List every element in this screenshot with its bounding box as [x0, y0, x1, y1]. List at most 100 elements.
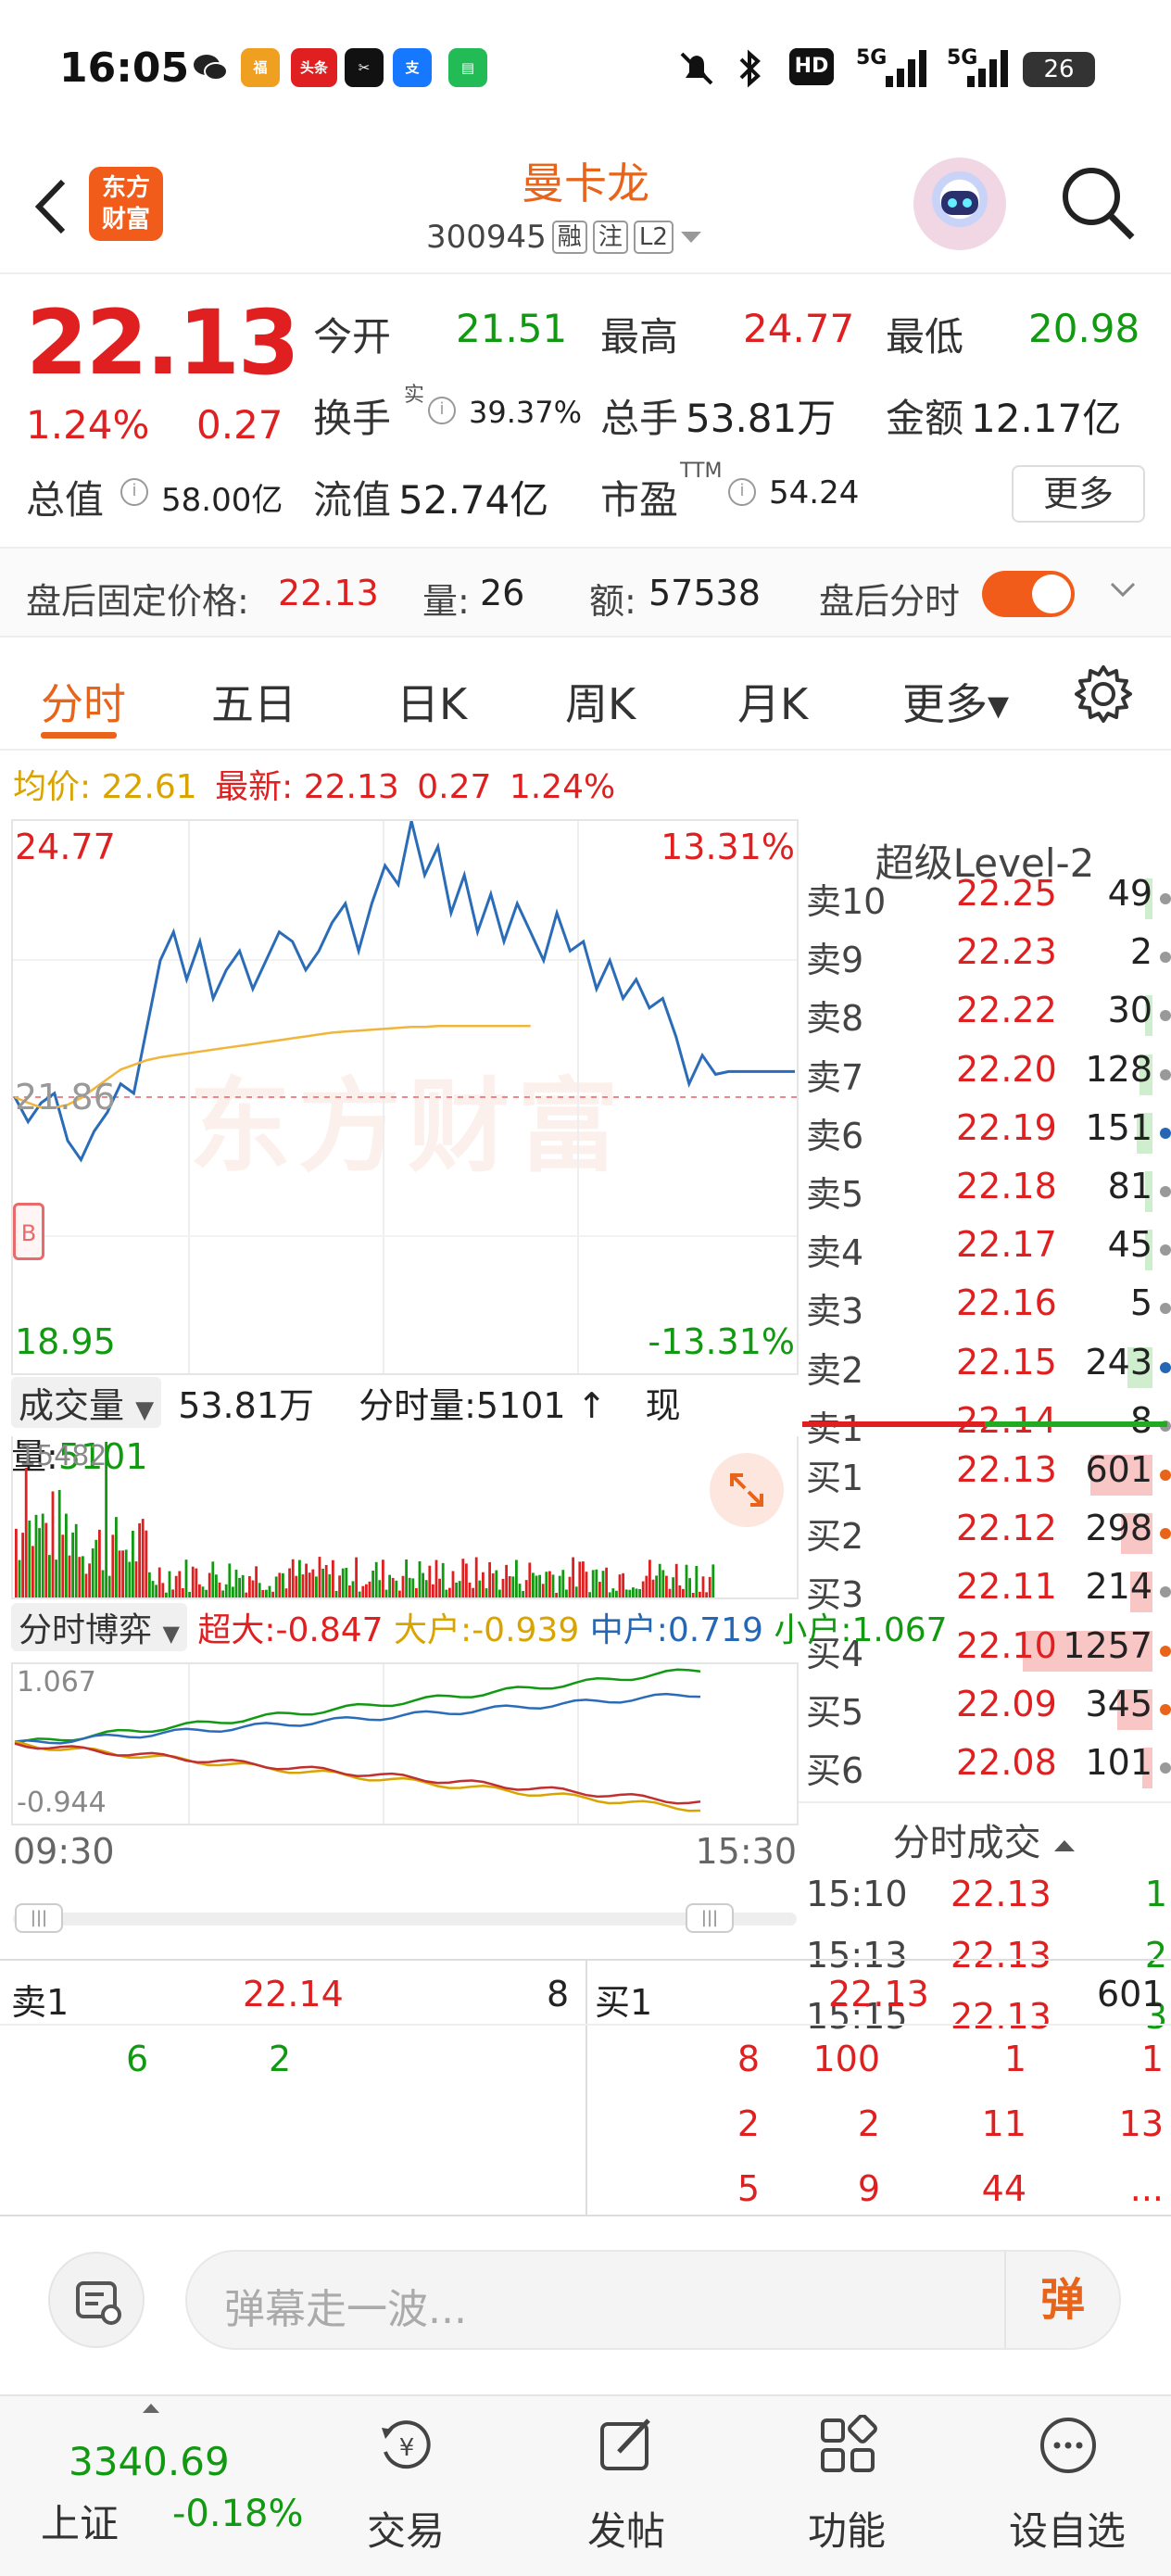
latest-pct: 1.24%: [509, 768, 616, 806]
nav-trade[interactable]: ¥ 交易: [322, 2396, 489, 2576]
index-ticker[interactable]: 3340.69 上证 -0.18%: [0, 2396, 306, 2576]
volume-bar: [472, 1587, 474, 1597]
nav-trade-label: 交易: [366, 2508, 445, 2554]
bid-row[interactable]: 买2 22.12 298: [799, 1508, 1171, 1559]
volume-bar: [401, 1575, 405, 1597]
grid-icon: [821, 2415, 877, 2472]
volume-bar: [622, 1572, 624, 1597]
gear-icon[interactable]: [1073, 663, 1134, 725]
nav-post[interactable]: 发帖: [543, 2396, 710, 2576]
bid-price: 22.12: [956, 1508, 1057, 1549]
tab-monthly-k[interactable]: 月K: [737, 671, 808, 732]
bid-row[interactable]: 买1 22.13 601: [799, 1449, 1171, 1501]
more-button[interactable]: 更多: [1012, 465, 1145, 523]
volume-bar: [611, 1588, 615, 1597]
pe-sup: TTM: [680, 460, 723, 483]
pe-label: 市盈: [600, 477, 679, 523]
after-hours-toggle[interactable]: [982, 571, 1075, 617]
danmaku-send-button[interactable]: 弹: [1004, 2252, 1119, 2348]
turnover-value: 39.37%: [469, 395, 583, 430]
amount-value: 12.17亿: [971, 396, 1122, 441]
bid-row[interactable]: 买3 22.11 214: [799, 1566, 1171, 1618]
volume-bar: [574, 1586, 578, 1597]
assistant-robot-icon[interactable]: [913, 158, 1006, 250]
volume-bar: [161, 1583, 165, 1597]
volume-bar: [28, 1520, 31, 1597]
danmaku-bar: 弹幕走一波... 弹: [0, 2216, 1171, 2394]
danmaku-settings-icon[interactable]: [48, 2252, 145, 2348]
trades-title-row[interactable]: 分时成交: [799, 1812, 1171, 1866]
volume-bar: [695, 1566, 699, 1597]
nav-functions[interactable]: 功能: [763, 2396, 930, 2576]
tab-weekly-k[interactable]: 周K: [565, 671, 636, 732]
volume-bar: [674, 1563, 678, 1597]
volume-bar: [368, 1581, 371, 1597]
volume-bar: [682, 1588, 685, 1597]
chevron-down-icon[interactable]: [1108, 575, 1138, 604]
bid-volume: 214: [1085, 1566, 1152, 1608]
bid-row[interactable]: 买5 22.09 345: [799, 1684, 1171, 1736]
volume-bar: [588, 1592, 591, 1597]
bid-row[interactable]: 买6 22.08 101: [799, 1742, 1171, 1794]
signal-icon-2: [967, 50, 1008, 87]
volume-bar: [148, 1572, 151, 1597]
caret-up-icon: [1054, 1840, 1076, 1851]
volume-bar: [198, 1584, 201, 1597]
volume-bar: [678, 1585, 682, 1597]
volume-bar: [224, 1584, 228, 1597]
arrow-up-icon: ↑: [576, 1385, 607, 1426]
volume-bar: [284, 1588, 288, 1597]
info-icon[interactable]: i: [428, 397, 456, 424]
volume-bar: [111, 1534, 115, 1597]
nav-add-watchlist[interactable]: 设自选: [984, 2396, 1151, 2576]
tab-daily-k[interactable]: 日K: [397, 671, 467, 732]
volume-selector[interactable]: 成交量 ▼: [11, 1377, 162, 1428]
large-label: 大户:: [394, 1611, 472, 1649]
volume-bar: [245, 1592, 248, 1597]
volume-bar: [501, 1578, 505, 1597]
ah-price-label: 盘后固定价格:: [26, 581, 249, 622]
game-selector[interactable]: 分时博弈 ▼: [11, 1603, 187, 1651]
volume-chart[interactable]: 15482: [11, 1436, 799, 1599]
volume-bar: [234, 1570, 238, 1597]
tab-intraday[interactable]: 分时: [41, 671, 126, 732]
info-icon-3[interactable]: i: [728, 478, 756, 506]
volume-bar: [658, 1563, 661, 1597]
ah-vol-label: 量:: [422, 581, 470, 622]
volume-bar: [618, 1574, 622, 1597]
search-icon[interactable]: [1056, 161, 1140, 245]
stock-code-row[interactable]: 300945 融 注 L2: [426, 219, 703, 256]
volume-bar: [145, 1530, 148, 1597]
volume-bar: [261, 1589, 265, 1597]
scroller-right-handle[interactable]: |||: [686, 1903, 734, 1933]
buy-marker-icon[interactable]: B: [13, 1203, 44, 1260]
volume-bar: [411, 1578, 415, 1597]
time-start: 09:30: [13, 1831, 115, 1872]
intraday-chart[interactable]: 东方财富 24.77 13.31% 21.86 18.95 -13.31% B: [11, 819, 799, 1375]
tag-l2: L2: [633, 221, 674, 254]
volume-bar: [595, 1569, 598, 1597]
volume-bar: [55, 1559, 57, 1597]
volume-bar: [345, 1567, 348, 1597]
volume-bar: [232, 1586, 234, 1597]
volume-bar: [628, 1589, 632, 1597]
time-range-scroller[interactable]: ||| |||: [13, 1903, 797, 1933]
expand-icon[interactable]: [710, 1453, 784, 1527]
game-min: -0.944: [17, 1787, 107, 1819]
bid-label: 买2: [806, 1516, 864, 1558]
info-icon-2[interactable]: i: [120, 478, 148, 506]
sell-queue-1: 6: [126, 2039, 149, 2079]
avg-value: 22.61: [101, 768, 197, 806]
capital-game-chart[interactable]: 1.067 -0.944: [11, 1662, 799, 1825]
danmaku-input[interactable]: 弹幕走一波... 弹: [185, 2250, 1121, 2350]
stock-code: 300945: [426, 219, 547, 256]
tab-more[interactable]: 更多▾: [902, 671, 1009, 732]
buy-queue-cell: 44: [981, 2168, 1026, 2209]
volume-bar: [424, 1580, 428, 1597]
scroller-left-handle[interactable]: |||: [15, 1903, 63, 1933]
tab-five-day[interactable]: 五日: [211, 671, 296, 732]
avg-label: 均价:: [13, 768, 92, 806]
volume-bar: [495, 1570, 498, 1597]
book-buy-label: 买1: [595, 1982, 653, 2023]
ah-price: 22.13: [278, 573, 379, 613]
